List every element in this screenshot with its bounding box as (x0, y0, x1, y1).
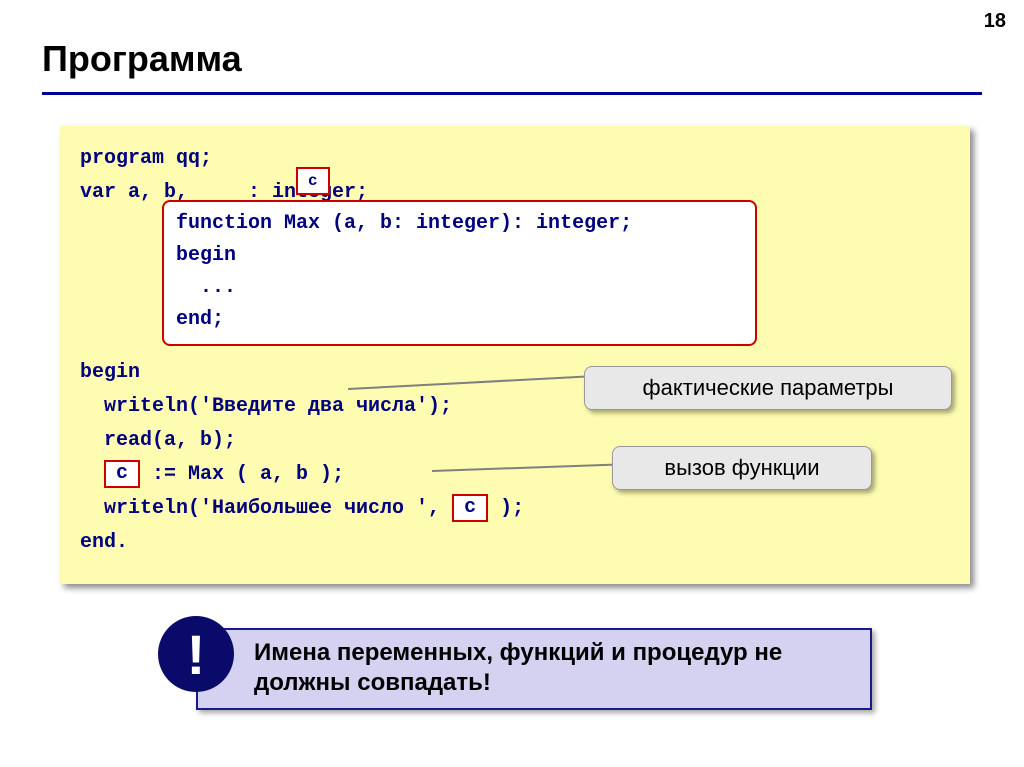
exclamation-icon: ! (158, 616, 234, 692)
code-line-program: program qq; (80, 142, 950, 176)
code-writeln2-pre: writeln('Наибольшее число ', (80, 497, 452, 520)
title-underline (42, 92, 982, 95)
fn-line-end: end; (176, 304, 743, 336)
function-box: function Max (a, b: integer): integer; b… (162, 200, 757, 346)
callout-actual-params: фактические параметры (584, 366, 952, 410)
fn-line-begin: begin (176, 240, 743, 272)
fn-line-header: function Max (a, b: integer): integer; (176, 208, 743, 240)
code-line-writeln2: writeln('Наибольшее число ', c ); (80, 492, 950, 526)
callout-function-call: вызов функции (612, 446, 872, 490)
code-writeln2-post: ); (488, 497, 524, 520)
note-text: Имена переменных, функций и процедур не … (254, 639, 782, 696)
note-box: Имена переменных, функций и процедур не … (196, 628, 872, 710)
var-c-box-1: c (296, 167, 330, 195)
var-c-box-3: c (452, 494, 488, 522)
var-c-box-2: c (104, 460, 140, 488)
page-number: 18 (984, 10, 1006, 33)
page-title: Программа (42, 38, 242, 80)
fn-line-body: ... (176, 272, 743, 304)
code-assign-pre (80, 463, 104, 486)
code-assign-post: := Max ( a, b ); (140, 463, 344, 486)
code-line-end: end. (80, 526, 950, 560)
code-block: program qq; var a, b, : integer; begin w… (60, 126, 970, 584)
